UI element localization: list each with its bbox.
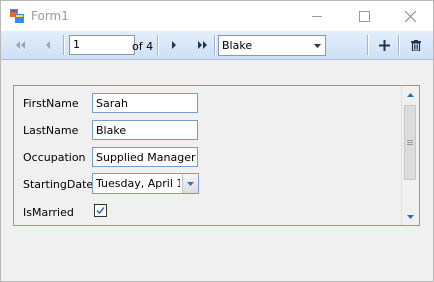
title-bar[interactable]: Form1 — [1, 1, 433, 31]
toolbar-separator — [157, 35, 159, 55]
scroll-down-button[interactable] — [402, 208, 419, 225]
firstname-label: FirstName — [23, 97, 79, 110]
details-panel: FirstName Sarah LastName Blake Occupatio… — [13, 85, 420, 226]
move-first-icon — [16, 41, 25, 49]
startingdate-value: Tuesday, April 12 — [96, 177, 180, 190]
plus-icon — [378, 39, 390, 51]
toolbar-separator — [398, 35, 400, 55]
startingdate-label: StartingDate — [23, 178, 94, 191]
firstname-field[interactable]: Sarah — [92, 93, 198, 113]
record-combobox-value: Blake — [222, 39, 253, 52]
ismarried-checkbox[interactable] — [94, 204, 107, 217]
move-last-icon — [198, 41, 207, 49]
toolbar-separator — [367, 35, 369, 55]
delete-button[interactable] — [405, 34, 427, 56]
scroll-up-button[interactable] — [402, 86, 419, 103]
vertical-scrollbar[interactable] — [401, 86, 419, 225]
combobox-dropdown-button[interactable] — [309, 36, 325, 55]
trash-icon — [411, 39, 421, 51]
position-input[interactable] — [69, 35, 135, 55]
minimize-button[interactable] — [294, 1, 340, 31]
checkmark-icon — [96, 206, 105, 215]
move-next-icon — [171, 41, 176, 49]
move-last-button[interactable] — [192, 34, 214, 56]
toolbar-separator — [214, 35, 216, 55]
move-first-button[interactable] — [10, 34, 32, 56]
close-button[interactable] — [387, 1, 433, 31]
lastname-field[interactable]: Blake — [92, 120, 198, 140]
minimize-icon — [312, 15, 322, 17]
add-new-button[interactable] — [373, 34, 395, 56]
record-combobox[interactable]: Blake — [218, 35, 326, 56]
ismarried-label: IsMarried — [23, 206, 74, 219]
toolbar-separator — [63, 35, 65, 55]
window-title: Form1 — [31, 9, 69, 23]
maximize-icon — [358, 10, 370, 22]
chevron-down-icon — [187, 181, 194, 186]
startingdate-picker[interactable]: Tuesday, April 12 — [92, 173, 199, 194]
binding-navigator: of 4 Blake — [1, 31, 433, 60]
form-window: Form1 of 4 — [0, 0, 434, 282]
occupation-field[interactable]: Supplied Manager — [92, 147, 198, 167]
maximize-button[interactable] — [341, 1, 387, 31]
move-previous-button[interactable] — [37, 34, 59, 56]
close-icon — [404, 10, 416, 22]
chevron-up-icon — [407, 92, 414, 97]
app-icon — [10, 9, 24, 23]
move-previous-icon — [45, 41, 50, 49]
chevron-down-icon — [313, 43, 321, 48]
chevron-down-icon — [407, 214, 414, 219]
scroll-thumb[interactable] — [404, 105, 416, 180]
move-next-button[interactable] — [163, 34, 185, 56]
lastname-label: LastName — [23, 124, 79, 137]
count-label: of 4 — [132, 40, 154, 53]
date-dropdown-button[interactable] — [182, 174, 198, 193]
occupation-label: Occupation — [23, 151, 86, 164]
grip-icon — [407, 140, 413, 145]
